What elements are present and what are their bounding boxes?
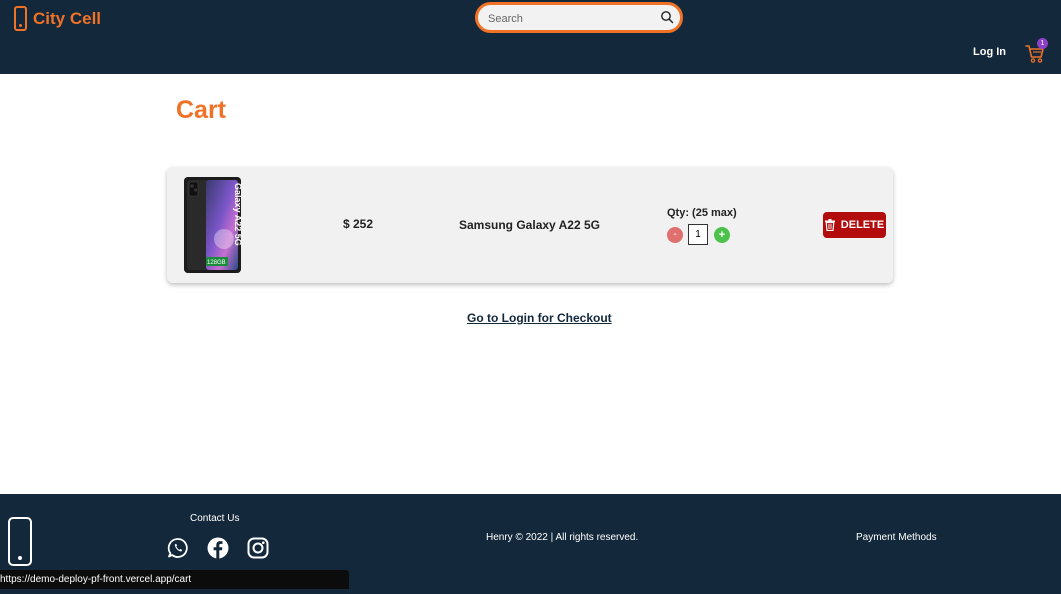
facebook-icon[interactable] <box>207 537 229 559</box>
delete-item-button[interactable]: DELETE <box>823 212 886 238</box>
cart-item: Galaxy A22 5G 128GB $ 252 Samsung Galaxy… <box>167 167 893 283</box>
instagram-icon[interactable] <box>247 537 269 559</box>
product-image-storage: 128GB <box>207 260 226 266</box>
trash-icon <box>824 219 835 231</box>
product-image[interactable]: Galaxy A22 5G 128GB <box>184 177 241 273</box>
page-title: Cart <box>176 96 227 124</box>
cart-count-badge: 1 <box>1037 38 1048 49</box>
item-price: $ 252 <box>343 217 374 231</box>
quantity-input[interactable] <box>688 224 708 245</box>
phone-product-graphic: Galaxy A22 5G 128GB <box>184 177 241 273</box>
top-navbar: City Cell Log In 1 <box>0 0 1061 74</box>
copyright-text: Henry © 2022 | All rights reserved. <box>486 532 639 543</box>
product-name[interactable]: Samsung Galaxy A22 5G <box>459 218 600 232</box>
delete-label: DELETE <box>840 219 885 231</box>
login-link[interactable]: Log In <box>973 46 1006 58</box>
phone-logo-icon <box>14 6 27 31</box>
quantity-label: Qty: (25 max) <box>667 207 737 219</box>
page: City Cell Log In 1 Cart <box>0 0 1061 594</box>
whatsapp-icon[interactable] <box>167 537 189 559</box>
login-checkout-link[interactable]: Go to Login for Checkout <box>467 311 612 325</box>
increase-quantity-button[interactable]: + <box>714 227 730 243</box>
decrease-quantity-button[interactable]: - <box>667 227 683 243</box>
brand-logo[interactable]: City Cell <box>14 6 101 31</box>
status-bar-url: https://demo-deploy-pf-front.vercel.app/… <box>0 570 349 589</box>
search-bar <box>475 2 683 33</box>
brand-name: City Cell <box>33 8 102 28</box>
contact-us-label: Contact Us <box>190 513 240 524</box>
product-image-text: Galaxy A22 5G <box>233 183 241 246</box>
search-input[interactable] <box>488 10 648 28</box>
phone-footer-icon <box>8 517 32 566</box>
search-icon[interactable] <box>660 10 674 24</box>
payment-methods-link[interactable]: Payment Methods <box>856 532 937 543</box>
